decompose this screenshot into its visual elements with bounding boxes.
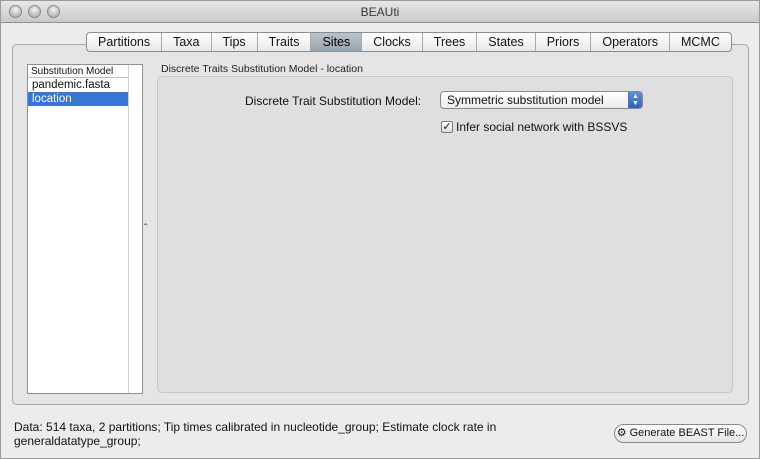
bssvs-checkbox[interactable]: ✓ [441,121,453,133]
bssvs-option[interactable]: ✓ Infer social network with BSSVS [441,120,627,134]
gear-icon: ⚙ [616,427,627,439]
tab-mcmc[interactable]: MCMC [670,33,731,51]
tab-states[interactable]: States [477,33,536,51]
split-collapse-icon[interactable]: ˆ [144,223,147,234]
tab-taxa[interactable]: Taxa [162,33,212,51]
tab-clocks[interactable]: Clocks [362,33,423,51]
title-bar[interactable]: BEAUti [1,1,759,23]
status-text: Data: 514 taxa, 2 partitions; Tip times … [14,420,497,448]
list-item-location[interactable]: location [28,92,142,106]
substitution-model-select[interactable]: Symmetric substitution model ▲ ▼ [440,91,643,109]
tab-tips[interactable]: Tips [212,33,258,51]
tab-operators[interactable]: Operators [591,33,670,51]
tab-partitions[interactable]: Partitions [87,33,163,51]
window-title: BEAUti [360,5,400,19]
model-field-label: Discrete Trait Substitution Model: [245,94,422,108]
generate-beast-file-button[interactable]: ⚙ Generate BEAST File... [614,424,747,443]
detail-panel-title: Discrete Traits Substitution Model - loc… [161,63,363,75]
main-tabs: Partitions Taxa Tips Traits Sites Clocks… [86,32,732,52]
tab-priors[interactable]: Priors [536,33,592,51]
tab-traits[interactable]: Traits [258,33,312,51]
beauti-window: BEAUti Partitions Taxa Tips Traits Sites… [0,0,760,459]
generate-button-label: Generate BEAST File... [629,427,745,439]
tab-sites[interactable]: Sites [311,33,363,51]
list-header[interactable]: Substitution Model [28,65,142,78]
substitution-model-list: Substitution Model pandemic.fasta locati… [27,64,143,394]
select-value: Symmetric substitution model [447,93,604,107]
select-arrows-icon: ▲ ▼ [628,92,642,108]
list-scrollbar[interactable] [128,65,142,393]
list-item-pandemic-fasta[interactable]: pandemic.fasta [28,78,142,92]
bssvs-label[interactable]: Infer social network with BSSVS [456,120,627,134]
tab-trees[interactable]: Trees [423,33,478,51]
